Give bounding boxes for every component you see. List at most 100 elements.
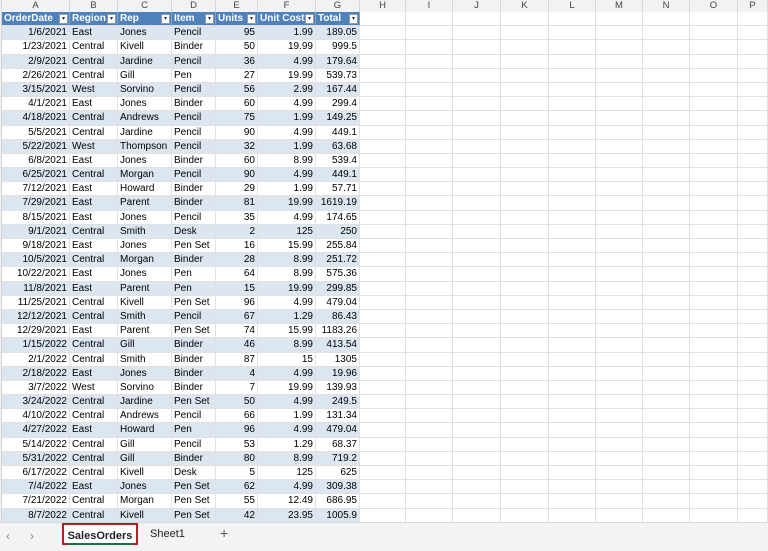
empty-cell[interactable] — [738, 26, 768, 41]
empty-cell[interactable] — [738, 210, 768, 225]
table-cell[interactable]: 479.04 — [316, 295, 360, 310]
table-cell[interactable]: 6/8/2021 — [2, 153, 70, 169]
empty-cell[interactable] — [501, 253, 549, 268]
table-cell[interactable]: 7/21/2022 — [2, 494, 70, 509]
filter-dropdown-icon[interactable]: ▾ — [247, 13, 256, 24]
empty-cell[interactable] — [360, 239, 406, 254]
empty-cell[interactable] — [549, 12, 596, 27]
empty-cell[interactable] — [690, 338, 738, 353]
column-header-g[interactable]: G — [316, 0, 360, 12]
table-cell[interactable]: Jones — [118, 153, 172, 169]
table-cell[interactable]: Sorvino — [118, 380, 172, 396]
table-cell[interactable]: 75 — [216, 111, 258, 126]
empty-cell[interactable] — [406, 168, 453, 183]
empty-cell[interactable] — [596, 125, 643, 140]
empty-cell[interactable] — [453, 125, 501, 140]
empty-cell[interactable] — [501, 409, 549, 424]
table-cell[interactable]: 1.99 — [258, 182, 316, 197]
empty-cell[interactable] — [596, 40, 643, 55]
empty-cell[interactable] — [643, 54, 690, 69]
empty-cell[interactable] — [406, 395, 453, 410]
empty-cell[interactable] — [406, 139, 453, 154]
table-cell[interactable]: Binder — [172, 40, 216, 55]
table-cell[interactable]: Jones — [118, 97, 172, 112]
empty-cell[interactable] — [549, 82, 596, 98]
empty-cell[interactable] — [406, 466, 453, 481]
table-cell[interactable]: Morgan — [118, 168, 172, 183]
empty-cell[interactable] — [549, 324, 596, 339]
table-cell[interactable]: 4 — [216, 366, 258, 381]
empty-cell[interactable] — [690, 224, 738, 239]
table-cell[interactable]: 36 — [216, 54, 258, 69]
empty-cell[interactable] — [501, 125, 549, 140]
empty-cell[interactable] — [360, 380, 406, 396]
table-cell[interactable]: 35 — [216, 210, 258, 225]
empty-cell[interactable] — [501, 111, 549, 126]
table-cell[interactable]: 28 — [216, 253, 258, 268]
table-cell[interactable]: 9/18/2021 — [2, 239, 70, 254]
table-cell[interactable]: 19.99 — [258, 196, 316, 211]
empty-cell[interactable] — [690, 281, 738, 296]
empty-cell[interactable] — [360, 395, 406, 410]
table-cell[interactable]: 5/14/2022 — [2, 437, 70, 452]
empty-cell[interactable] — [690, 324, 738, 339]
table-cell[interactable]: 2 — [216, 224, 258, 239]
table-cell[interactable]: 19.99 — [258, 380, 316, 396]
table-cell[interactable]: 86.43 — [316, 309, 360, 325]
table-cell[interactable]: 57.71 — [316, 182, 360, 197]
table-cell[interactable]: Jardine — [118, 395, 172, 410]
empty-cell[interactable] — [690, 466, 738, 481]
empty-cell[interactable] — [453, 409, 501, 424]
table-cell[interactable]: Jones — [118, 267, 172, 282]
table-cell[interactable]: Pen Set — [172, 295, 216, 310]
table-cell[interactable]: 1/15/2022 — [2, 338, 70, 353]
empty-cell[interactable] — [360, 409, 406, 424]
empty-cell[interactable] — [690, 295, 738, 310]
empty-cell[interactable] — [406, 267, 453, 282]
empty-cell[interactable] — [596, 352, 643, 367]
table-cell[interactable]: 2/9/2021 — [2, 54, 70, 69]
empty-cell[interactable] — [690, 68, 738, 83]
table-cell[interactable]: Central — [70, 508, 118, 522]
table-cell[interactable]: Parent — [118, 196, 172, 211]
empty-cell[interactable] — [453, 366, 501, 381]
table-cell[interactable]: Gill — [118, 68, 172, 83]
empty-cell[interactable] — [549, 196, 596, 211]
empty-cell[interactable] — [360, 111, 406, 126]
empty-cell[interactable] — [643, 423, 690, 438]
table-cell[interactable]: 7/4/2022 — [2, 480, 70, 495]
table-cell[interactable]: 74 — [216, 324, 258, 339]
empty-cell[interactable] — [406, 480, 453, 495]
table-cell[interactable]: Pencil — [172, 409, 216, 424]
empty-cell[interactable] — [690, 12, 738, 27]
table-cell[interactable]: 10/22/2021 — [2, 267, 70, 282]
table-cell[interactable]: Smith — [118, 309, 172, 325]
empty-cell[interactable] — [643, 97, 690, 112]
empty-cell[interactable] — [501, 494, 549, 509]
table-cell[interactable]: East — [70, 196, 118, 211]
empty-cell[interactable] — [360, 338, 406, 353]
table-cell[interactable]: 5/31/2022 — [2, 451, 70, 466]
table-cell[interactable]: Pencil — [172, 437, 216, 452]
table-cell[interactable]: Central — [70, 338, 118, 353]
column-header-n[interactable]: N — [643, 0, 690, 12]
table-cell[interactable]: Desk — [172, 466, 216, 481]
table-cell[interactable]: Howard — [118, 423, 172, 438]
empty-cell[interactable] — [738, 111, 768, 126]
table-cell[interactable]: 80 — [216, 451, 258, 466]
table-cell[interactable]: 4.99 — [258, 480, 316, 495]
table-cell[interactable]: 251.72 — [316, 253, 360, 268]
table-cell[interactable]: 50 — [216, 395, 258, 410]
table-header-cell[interactable]: Rep ▾ — [118, 12, 172, 27]
empty-cell[interactable] — [596, 239, 643, 254]
filter-dropdown-icon[interactable]: ▾ — [107, 13, 116, 24]
table-cell[interactable]: 63.68 — [316, 139, 360, 154]
table-cell[interactable]: 12/29/2021 — [2, 324, 70, 339]
empty-cell[interactable] — [406, 309, 453, 325]
table-cell[interactable]: 10/5/2021 — [2, 253, 70, 268]
empty-cell[interactable] — [738, 324, 768, 339]
filter-dropdown-icon[interactable]: ▾ — [305, 13, 314, 24]
table-cell[interactable]: Jones — [118, 239, 172, 254]
filter-dropdown-icon[interactable]: ▾ — [161, 13, 170, 24]
empty-cell[interactable] — [596, 26, 643, 41]
